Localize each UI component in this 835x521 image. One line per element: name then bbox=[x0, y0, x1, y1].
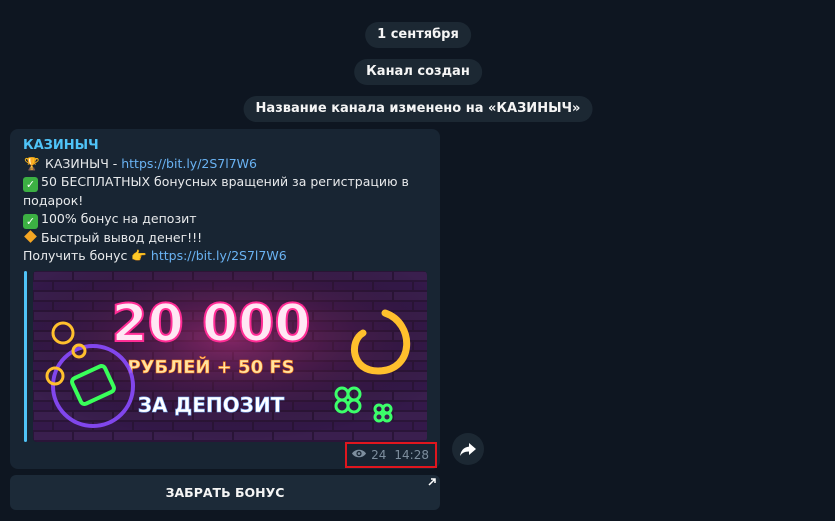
share-arrow-icon bbox=[460, 442, 476, 456]
post-line-5-text: Получить бонус bbox=[23, 248, 132, 263]
post-line-4: Быстрый вывод денег!!! bbox=[23, 229, 423, 247]
date-separator: 1 сентября bbox=[365, 22, 471, 48]
channel-created-notice: Канал создан bbox=[354, 59, 482, 85]
trophy-icon: 🏆 bbox=[24, 156, 40, 171]
get-bonus-button[interactable]: ЗАБРАТЬ БОНУС bbox=[10, 475, 440, 510]
view-count: 24 bbox=[371, 448, 387, 462]
banner-headline: 20 000 bbox=[111, 294, 310, 354]
channel-renamed-notice: Название канала изменено на «КАЗИНЫЧ» bbox=[243, 96, 593, 122]
external-link-icon bbox=[428, 478, 436, 486]
check-mark-icon: ✓ bbox=[23, 177, 38, 192]
channel-name[interactable]: КАЗИНЫЧ bbox=[23, 138, 99, 153]
eye-icon bbox=[351, 448, 367, 462]
banner-subline: РУБЛЕЙ + 50 FS bbox=[127, 356, 294, 378]
post-link-2[interactable]: https://bit.ly/2S7l7W6 bbox=[151, 248, 287, 263]
get-bonus-label: ЗАБРАТЬ БОНУС bbox=[165, 485, 285, 500]
channel-post[interactable]: КАЗИНЫЧ 🏆 КАЗИНЫЧ - https://bit.ly/2S7l7… bbox=[10, 129, 440, 469]
post-link-1[interactable]: https://bit.ly/2S7l7W6 bbox=[121, 156, 257, 171]
post-text: 🏆 КАЗИНЫЧ - https://bit.ly/2S7l7W6 ✓ 50 Б… bbox=[23, 155, 423, 265]
check-mark-icon: ✓ bbox=[23, 214, 38, 229]
post-line-2: ✓ 50 БЕСПЛАТНЫХ бонусных вращений за реги… bbox=[23, 173, 423, 210]
post-meta-highlight: 24 14:28 bbox=[345, 442, 437, 468]
post-line-2-text: 50 БЕСПЛАТНЫХ бонусных вращений за регис… bbox=[23, 174, 409, 208]
banner-tagline: ЗА ДЕПОЗИТ bbox=[138, 393, 285, 417]
post-line-1: 🏆 КАЗИНЫЧ - https://bit.ly/2S7l7W6 bbox=[23, 155, 423, 173]
post-line-1-text: КАЗИНЫЧ - bbox=[44, 156, 122, 171]
post-line-5: Получить бонус 👉 https://bit.ly/2S7l7W6 bbox=[23, 247, 423, 265]
post-time: 14:28 bbox=[394, 448, 429, 462]
orange-diamond-icon bbox=[24, 230, 37, 243]
post-line-4-text: Быстрый вывод денег!!! bbox=[41, 230, 203, 245]
pointing-hand-icon: 👉 bbox=[131, 248, 147, 263]
post-line-3: ✓ 100% бонус на депозит bbox=[23, 210, 423, 229]
post-line-3-text: 100% бонус на депозит bbox=[41, 211, 197, 226]
share-button[interactable] bbox=[452, 433, 484, 465]
promo-banner-image[interactable]: 20 000 РУБЛЕЙ + 50 FS ЗА ДЕПОЗИТ bbox=[33, 271, 427, 442]
link-preview-bar bbox=[24, 271, 27, 442]
